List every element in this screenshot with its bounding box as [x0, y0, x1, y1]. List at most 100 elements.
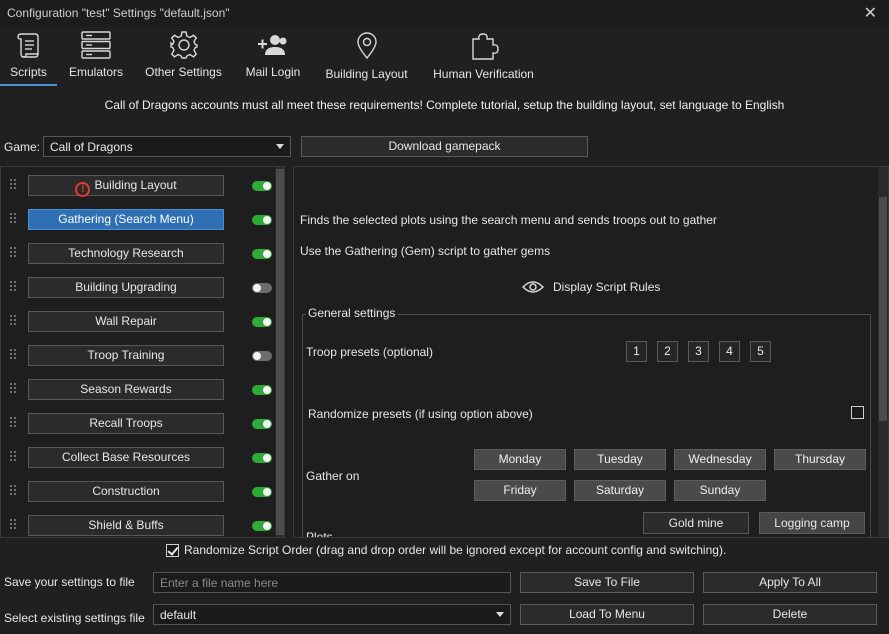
script-toggle[interactable]: [252, 521, 272, 531]
randomize-script-order-label: Randomize Script Order (drag and drop or…: [184, 543, 727, 557]
tab-other-settings-label: Other Settings: [145, 65, 222, 79]
tab-mail-login[interactable]: Mail Login: [240, 26, 306, 86]
script-row[interactable]: Recall Troops: [1, 406, 273, 440]
script-button-wall-repair[interactable]: Wall Repair: [28, 311, 224, 332]
script-toggle[interactable]: [252, 317, 272, 327]
settings-scrollbar[interactable]: [878, 167, 888, 537]
day-button-wednesday[interactable]: Wednesday: [674, 449, 766, 470]
apply-to-all-button[interactable]: Apply To All: [703, 572, 877, 593]
scroll-icon: [16, 33, 39, 58]
script-toggle[interactable]: [252, 487, 272, 497]
script-button-building-layout[interactable]: ! Building Layout: [28, 175, 224, 197]
drag-handle-icon[interactable]: [9, 348, 17, 360]
drag-handle-icon[interactable]: [9, 212, 17, 224]
tab-scripts[interactable]: Scripts: [0, 26, 57, 86]
close-icon[interactable]: ✕: [864, 3, 877, 23]
script-toggle[interactable]: [252, 385, 272, 395]
server-icon: [81, 31, 111, 59]
resource-button-logging-camp[interactable]: Logging camp: [759, 512, 865, 534]
script-button-gathering[interactable]: Gathering (Search Menu): [28, 209, 224, 230]
file-name-input[interactable]: Enter a file name here: [153, 572, 511, 593]
script-button-season-rewards[interactable]: Season Rewards: [28, 379, 224, 400]
drag-handle-icon[interactable]: [9, 178, 17, 190]
script-toggle[interactable]: [252, 351, 272, 361]
script-description: Finds the selected plots using the searc…: [300, 213, 717, 227]
map-pin-icon: [356, 32, 377, 60]
title-bar: Configuration "test" Settings "default.j…: [0, 0, 889, 26]
day-button-monday[interactable]: Monday: [474, 449, 566, 470]
drag-handle-icon[interactable]: [9, 314, 17, 326]
drag-handle-icon[interactable]: [9, 484, 17, 496]
script-button-shield-buffs[interactable]: Shield & Buffs: [28, 515, 224, 536]
script-toggle[interactable]: [252, 249, 272, 259]
save-to-file-button[interactable]: Save To File: [520, 572, 694, 593]
script-toggle[interactable]: [252, 215, 272, 225]
drag-handle-icon[interactable]: [9, 450, 17, 462]
drag-handle-icon[interactable]: [9, 416, 17, 428]
day-button-friday[interactable]: Friday: [474, 480, 566, 501]
script-row[interactable]: Shield & Buffs: [1, 508, 273, 537]
tab-emulators-label: Emulators: [68, 65, 124, 79]
game-label: Game:: [4, 140, 41, 154]
toolbar: Scripts Emulators Other Settings Mail Lo…: [0, 26, 889, 88]
script-row[interactable]: Technology Research: [1, 236, 273, 270]
script-row[interactable]: Building Upgrading: [1, 270, 273, 304]
gear-icon: [169, 31, 198, 59]
day-button-saturday[interactable]: Saturday: [574, 480, 666, 501]
script-row[interactable]: Wall Repair: [1, 304, 273, 338]
tab-emulators[interactable]: Emulators: [63, 26, 129, 86]
drag-handle-icon[interactable]: [9, 518, 17, 530]
general-settings-title: General settings: [306, 306, 398, 320]
script-label: Building Layout: [94, 178, 177, 192]
tab-human-verification-label: Human Verification: [433, 67, 534, 81]
script-button-construction[interactable]: Construction: [28, 481, 224, 502]
drag-handle-icon[interactable]: [9, 280, 17, 292]
gather-on-label: Gather on: [306, 469, 360, 483]
script-toggle[interactable]: [252, 419, 272, 429]
download-gamepack-button[interactable]: Download gamepack: [301, 136, 588, 157]
tab-building-layout[interactable]: Building Layout: [320, 26, 413, 86]
load-to-menu-button[interactable]: Load To Menu: [520, 604, 694, 625]
window-title: Configuration "test" Settings "default.j…: [7, 6, 230, 20]
tab-other-settings[interactable]: Other Settings: [140, 26, 227, 86]
chevron-down-icon: [276, 144, 284, 149]
script-row[interactable]: Season Rewards: [1, 372, 273, 406]
script-toggle[interactable]: [252, 181, 272, 191]
scripts-scrollbar[interactable]: [275, 167, 284, 537]
script-row[interactable]: Troop Training: [1, 338, 273, 372]
preset-button-5[interactable]: 5: [750, 341, 771, 362]
display-script-rules-button[interactable]: Display Script Rules: [522, 280, 660, 294]
delete-button[interactable]: Delete: [703, 604, 877, 625]
tab-human-verification[interactable]: Human Verification: [428, 26, 539, 86]
day-button-thursday[interactable]: Thursday: [774, 449, 866, 470]
script-button-troop-training[interactable]: Troop Training: [28, 345, 224, 366]
script-hint: Use the Gathering (Gem) script to gather…: [300, 244, 551, 258]
preset-button-2[interactable]: 2: [657, 341, 678, 362]
settings-file-select[interactable]: default: [153, 604, 511, 625]
eye-icon: [522, 281, 544, 293]
day-button-tuesday[interactable]: Tuesday: [574, 449, 666, 470]
drag-handle-icon[interactable]: [9, 382, 17, 394]
resource-button-gold-mine[interactable]: Gold mine: [643, 512, 749, 534]
preset-button-1[interactable]: 1: [626, 341, 647, 362]
randomize-script-order-checkbox[interactable]: [166, 543, 179, 557]
script-row[interactable]: Collect Base Resources: [1, 440, 273, 474]
day-button-sunday[interactable]: Sunday: [674, 480, 766, 501]
script-button-collect-base-resources[interactable]: Collect Base Resources: [28, 447, 224, 468]
troop-presets-label: Troop presets (optional): [306, 345, 433, 359]
script-toggle[interactable]: [252, 283, 272, 293]
script-row[interactable]: Construction: [1, 474, 273, 508]
preset-button-4[interactable]: 4: [719, 341, 740, 362]
drag-handle-icon[interactable]: [9, 246, 17, 258]
preset-button-3[interactable]: 3: [688, 341, 709, 362]
script-row[interactable]: ! Building Layout: [1, 168, 273, 202]
script-button-technology-research[interactable]: Technology Research: [28, 243, 224, 264]
script-toggle[interactable]: [252, 453, 272, 463]
script-row[interactable]: Gathering (Search Menu): [1, 202, 273, 236]
script-button-building-upgrading[interactable]: Building Upgrading: [28, 277, 224, 298]
randomize-presets-checkbox[interactable]: [851, 406, 864, 419]
game-select[interactable]: Call of Dragons: [43, 136, 291, 157]
randomize-script-order[interactable]: Randomize Script Order (drag and drop or…: [166, 543, 726, 557]
script-button-recall-troops[interactable]: Recall Troops: [28, 413, 224, 434]
tab-scripts-label: Scripts: [10, 65, 47, 79]
